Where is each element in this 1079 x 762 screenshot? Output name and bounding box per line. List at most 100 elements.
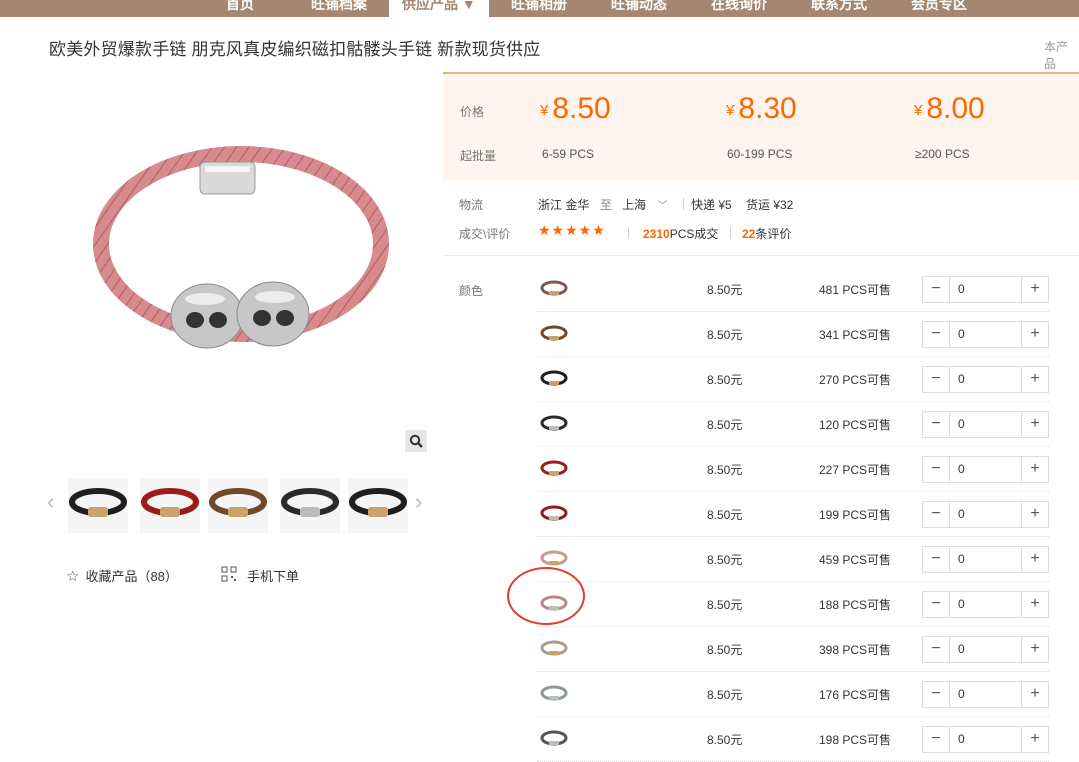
scope-link[interactable]: 本产品	[1044, 38, 1079, 72]
quantity-input[interactable]: 0	[951, 367, 1026, 392]
sku-stock: 120 PCS可售	[819, 418, 892, 432]
plus-button[interactable]: +	[1021, 682, 1048, 707]
thumbnail[interactable]	[208, 478, 268, 533]
quantity-input[interactable]: 0	[951, 682, 1026, 707]
star-outline-icon: ☆	[66, 567, 80, 585]
sku-stock: 199 PCS可售	[819, 508, 892, 522]
sku-price: 8.50元	[707, 328, 743, 342]
quantity-stepper: −0 +	[922, 366, 1049, 393]
tier-range: 6-59 PCS	[542, 147, 595, 161]
minus-button[interactable]: −	[923, 322, 950, 347]
sku-thumbnail[interactable]	[537, 724, 571, 752]
quantity-input[interactable]: 0	[951, 502, 1026, 527]
chevron-left-icon[interactable]: ‹	[47, 490, 54, 514]
sku-stock: 227 PCS可售	[819, 463, 892, 477]
quantity-input[interactable]: 0	[951, 727, 1026, 752]
quantity-input[interactable]: 0	[951, 547, 1026, 572]
chevron-down-icon: ﹀	[657, 201, 668, 212]
plus-button[interactable]: +	[1021, 412, 1048, 437]
highlight-annotation	[507, 567, 585, 625]
plus-button[interactable]: +	[1021, 277, 1048, 302]
sold-count[interactable]: 2310PCS成交	[643, 225, 718, 242]
magnifier-icon[interactable]	[405, 430, 427, 452]
sku-price: 8.50元	[707, 283, 743, 297]
divider: |	[627, 225, 631, 239]
sku-thumbnail[interactable]	[537, 634, 571, 662]
quantity-input[interactable]: 0	[951, 277, 1026, 302]
price-label: 价格	[460, 105, 485, 119]
thumbnail[interactable]	[348, 478, 408, 533]
nav-item-home[interactable]: 首页	[226, 0, 254, 17]
plus-button[interactable]: +	[1021, 322, 1048, 347]
minus-button[interactable]: −	[923, 727, 950, 752]
sku-stock: 398 PCS可售	[819, 643, 892, 657]
sku-price: 8.50元	[707, 418, 743, 432]
review-count[interactable]: 22条评价	[742, 225, 791, 242]
quantity-stepper: −0 +	[922, 456, 1049, 483]
quantity-input[interactable]: 0	[951, 592, 1026, 617]
quantity-input[interactable]: 0	[951, 637, 1026, 662]
mobile-order-button[interactable]: 手机下单	[221, 566, 299, 585]
chevron-right-icon[interactable]: ›	[415, 490, 422, 514]
quantity-stepper: −0 +	[922, 501, 1049, 528]
nav-item-news[interactable]: 旺铺动态	[611, 0, 667, 17]
sku-row: 8.50元 398 PCS可售 −0 +	[537, 626, 1049, 672]
plus-button[interactable]: +	[1021, 637, 1048, 662]
nav-item-profile[interactable]: 旺铺档案	[311, 0, 367, 17]
plus-button[interactable]: +	[1021, 367, 1048, 392]
minus-button[interactable]: −	[923, 457, 950, 482]
minus-button[interactable]: −	[923, 502, 950, 527]
thumbnail[interactable]	[280, 478, 340, 533]
minus-button[interactable]: −	[923, 367, 950, 392]
minus-button[interactable]: −	[923, 592, 950, 617]
nav-item-album[interactable]: 旺铺相册	[511, 0, 567, 17]
sku-thumbnail[interactable]	[537, 454, 571, 482]
mobile-order-label: 手机下单	[247, 569, 300, 584]
plus-button[interactable]: +	[1021, 457, 1048, 482]
minus-button[interactable]: −	[923, 547, 950, 572]
plus-button[interactable]: +	[1021, 727, 1048, 752]
nav-item-products[interactable]: 供应产品 ▼	[389, 0, 489, 17]
ship-to-value: 上海	[622, 198, 647, 212]
quantity-input[interactable]: 0	[951, 412, 1026, 437]
minus-button[interactable]: −	[923, 682, 950, 707]
minus-button[interactable]: −	[923, 637, 950, 662]
sku-row: 8.50元 176 PCS可售 −0 +	[537, 671, 1049, 717]
sku-thumbnail[interactable]	[537, 274, 571, 302]
qr-code-icon	[221, 566, 237, 585]
quantity-stepper: −0 +	[922, 546, 1049, 573]
thumbnail[interactable]	[140, 478, 200, 533]
logistics-label: 物流	[459, 198, 484, 212]
sku-price: 8.50元	[707, 598, 743, 612]
quantity-stepper: −0 +	[922, 276, 1049, 303]
thumbnail[interactable]	[68, 478, 128, 533]
sku-stock: 481 PCS可售	[819, 283, 892, 297]
minus-button[interactable]: −	[923, 412, 950, 437]
nav-item-contact[interactable]: 联系方式	[811, 0, 867, 17]
sku-thumbnail[interactable]	[537, 679, 571, 707]
sku-row: 8.50元 270 PCS可售 −0 +	[537, 356, 1049, 402]
minus-button[interactable]: −	[923, 277, 950, 302]
sku-thumbnail[interactable]	[537, 364, 571, 392]
favorite-button[interactable]: ☆ 收藏产品（88）	[66, 566, 178, 585]
plus-button[interactable]: +	[1021, 592, 1048, 617]
tier-price: ¥8.50	[540, 92, 611, 125]
tier-price: ¥8.30	[726, 92, 797, 125]
plus-button[interactable]: +	[1021, 502, 1048, 527]
main-product-image[interactable]	[55, 74, 430, 454]
quantity-input[interactable]: 0	[951, 457, 1026, 482]
sku-row: 8.50元 188 PCS可售 −0 +	[537, 581, 1049, 627]
quantity-input[interactable]: 0	[951, 322, 1026, 347]
top-nav: 首页 旺铺档案 供应产品 ▼ 旺铺相册 旺铺动态 在线询价 联系方式 会员专区	[0, 0, 1079, 17]
nav-item-members[interactable]: 会员专区	[911, 0, 967, 17]
plus-button[interactable]: +	[1021, 547, 1048, 572]
sku-thumbnail[interactable]	[537, 319, 571, 347]
sku-thumbnail[interactable]	[537, 409, 571, 437]
sku-thumbnail[interactable]	[537, 499, 571, 527]
sku-row: 8.50元 199 PCS可售 −0 +	[537, 491, 1049, 537]
ship-to-select[interactable]: 上海 ﹀	[622, 196, 667, 213]
nav-item-inquiry[interactable]: 在线询价	[711, 0, 767, 17]
sku-stock: 459 PCS可售	[819, 553, 892, 567]
ship-from: 浙江 金华	[538, 198, 590, 212]
divider	[443, 255, 1079, 256]
